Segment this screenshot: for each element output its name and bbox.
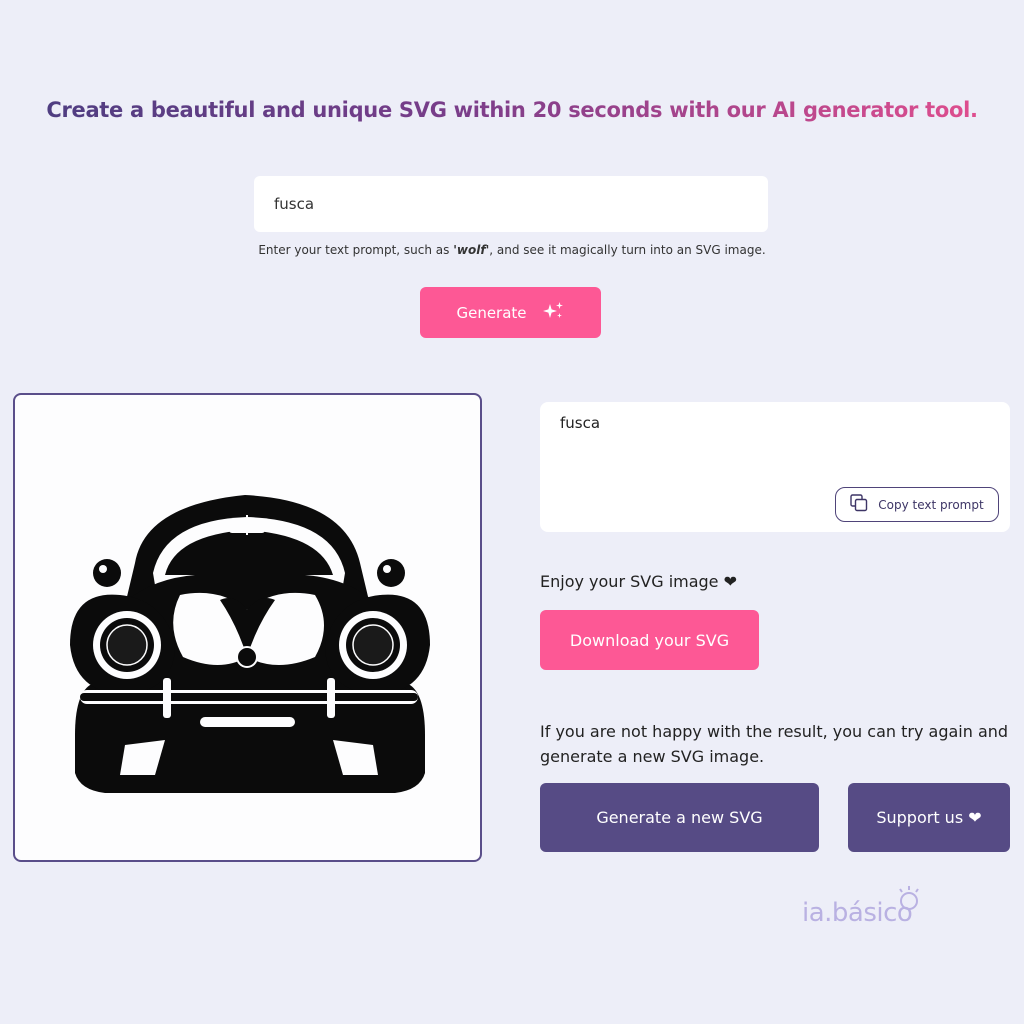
- prompt-display-box: fusca Copy text prompt: [540, 402, 1010, 532]
- copy-prompt-label: Copy text prompt: [878, 497, 984, 512]
- generate-label: Generate: [456, 303, 527, 322]
- brand-logo-icon: [896, 884, 922, 918]
- retry-message: If you are not happy with the result, yo…: [540, 722, 1009, 766]
- prompt-input[interactable]: [254, 176, 768, 232]
- support-us-button[interactable]: Support us ❤: [848, 783, 1010, 852]
- generate-button[interactable]: Generate: [420, 287, 601, 338]
- prompt-hint: Enter your text prompt, such as 'wolf', …: [0, 243, 1024, 257]
- generate-new-svg-button[interactable]: Generate a new SVG: [540, 783, 819, 852]
- copy-prompt-button[interactable]: Copy text prompt: [835, 487, 999, 522]
- prompt-display-text: fusca: [560, 414, 601, 432]
- page-headline: Create a beautiful and unique SVG within…: [0, 98, 1024, 122]
- download-svg-button[interactable]: Download your SVG: [540, 610, 759, 670]
- hint-text-before: Enter your text prompt, such as: [258, 243, 454, 257]
- hint-text-after: , and see it magically turn into an SVG …: [489, 243, 766, 257]
- car-illustration: [70, 495, 430, 793]
- hint-example: 'wolf': [453, 243, 490, 257]
- copy-icon: [850, 494, 868, 515]
- generated-svg-preview: [13, 393, 482, 862]
- enjoy-message: Enjoy your SVG image ❤: [540, 572, 738, 591]
- sparkles-icon: [541, 301, 565, 325]
